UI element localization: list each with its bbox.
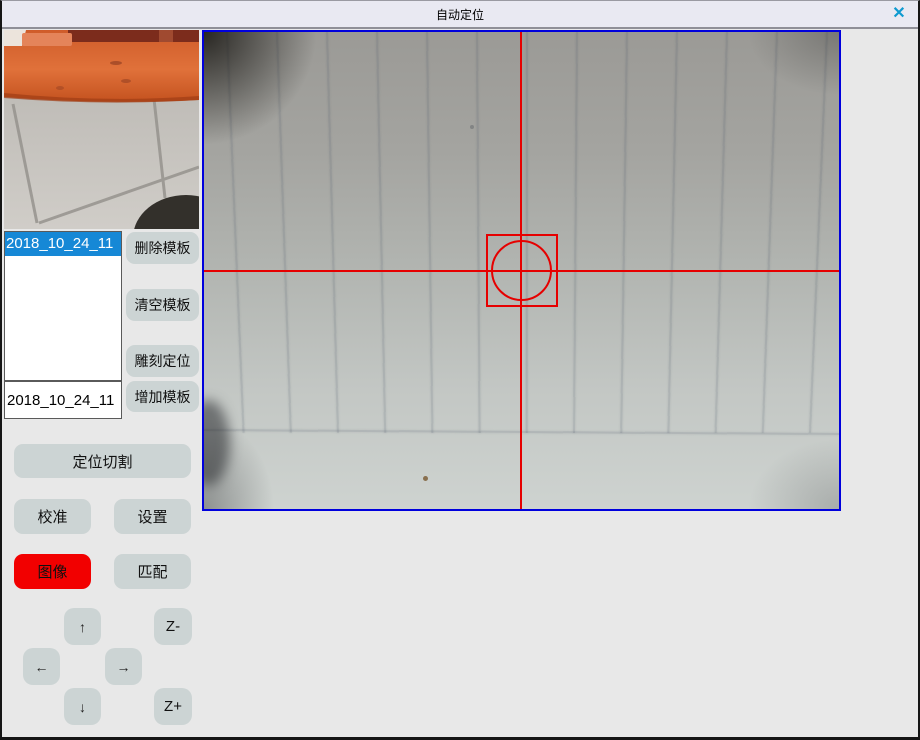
close-button[interactable]: ✕ bbox=[886, 2, 912, 26]
jog-right-button[interactable]: → bbox=[105, 648, 142, 685]
camera-feed bbox=[204, 32, 839, 509]
delete-template-button[interactable]: 删除模板 bbox=[126, 232, 199, 264]
title-bar[interactable]: 自动定位 ✕ bbox=[2, 1, 918, 29]
down-arrow-icon: ↓ bbox=[79, 699, 86, 715]
roi-circle bbox=[491, 240, 552, 301]
close-icon: ✕ bbox=[892, 6, 905, 22]
add-template-button[interactable]: 增加模板 bbox=[126, 381, 199, 412]
up-arrow-icon: ↑ bbox=[79, 619, 86, 635]
engrave-position-button[interactable]: 雕刻定位 bbox=[126, 345, 199, 377]
template-preview-image bbox=[4, 30, 199, 229]
jog-z-minus-button[interactable]: Z- bbox=[154, 608, 192, 645]
dialog-title: 自动定位 bbox=[436, 6, 484, 23]
template-list-item[interactable]: 2018_10_24_11 bbox=[5, 232, 121, 256]
match-button[interactable]: 匹配 bbox=[114, 554, 191, 589]
template-preview-photo bbox=[4, 30, 199, 229]
auto-position-dialog: 自动定位 ✕ bbox=[0, 0, 920, 740]
camera-view[interactable] bbox=[202, 30, 841, 511]
jog-z-plus-button[interactable]: Z+ bbox=[154, 688, 192, 725]
right-arrow-icon: → bbox=[117, 659, 131, 675]
jog-left-button[interactable]: ← bbox=[23, 648, 60, 685]
image-button[interactable]: 图像 bbox=[14, 554, 91, 589]
template-list[interactable]: 2018_10_24_11 bbox=[4, 231, 122, 381]
calibrate-button[interactable]: 校准 bbox=[14, 499, 91, 534]
settings-button[interactable]: 设置 bbox=[114, 499, 191, 534]
template-name-input[interactable] bbox=[4, 381, 122, 419]
jog-up-button[interactable]: ↑ bbox=[64, 608, 101, 645]
jog-down-button[interactable]: ↓ bbox=[64, 688, 101, 725]
left-arrow-icon: ← bbox=[35, 659, 49, 675]
position-cut-button[interactable]: 定位切割 bbox=[14, 444, 191, 478]
clear-templates-button[interactable]: 清空模板 bbox=[126, 289, 199, 321]
